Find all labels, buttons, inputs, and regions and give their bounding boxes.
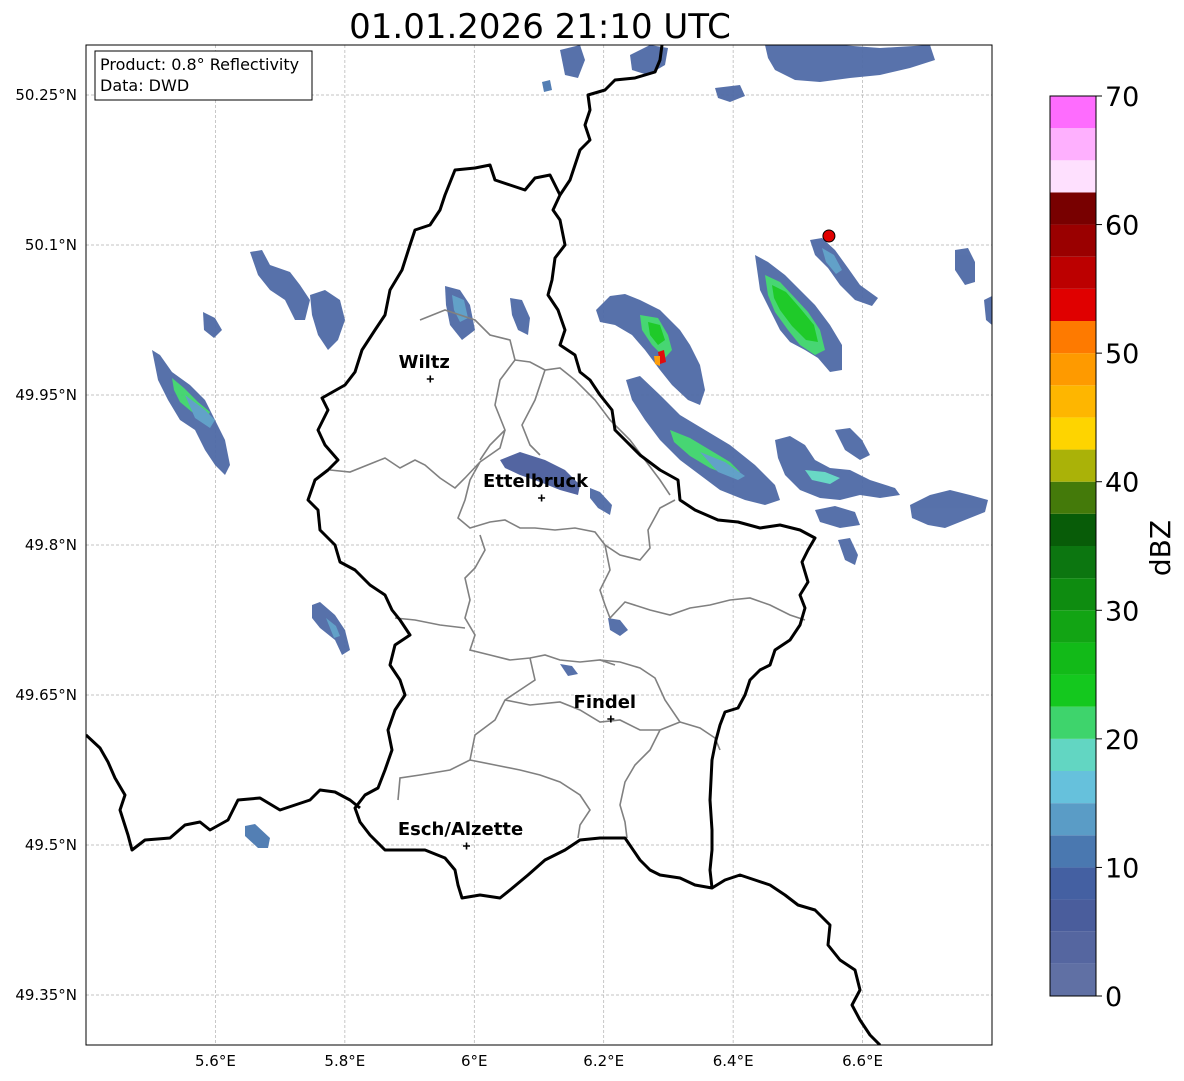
colorbar-segment [1050, 160, 1096, 193]
lat-tick-label: 49.5°N [25, 836, 77, 854]
colorbar-segment [1050, 899, 1096, 932]
colorbar-tick-label: 30 [1105, 596, 1139, 627]
echo-cell-farne [955, 248, 975, 285]
colorbar-segment [1050, 321, 1096, 354]
colorbar-segment [1050, 738, 1096, 771]
radar-figure: 01.01.2026 21:10 UTC WiltzEttelbruckFind… [15, 7, 1177, 1070]
echo-cell-east2 [815, 506, 860, 528]
colorbar-segment [1050, 578, 1096, 611]
colorbar-tick-label: 10 [1105, 853, 1139, 884]
colorbar-tick-label: 70 [1105, 82, 1139, 113]
echo-cell-wiltz2 [510, 298, 530, 335]
colorbar-segment [1050, 546, 1096, 579]
lux-border [306, 163, 817, 900]
echo-cell-top1 [560, 45, 585, 78]
echo-cell-edge [984, 296, 992, 325]
echo-cell-findel2 [560, 664, 578, 676]
lon-tick-label: 6°E [461, 1052, 488, 1070]
echo-cell-ettelbruck-e [590, 488, 612, 515]
canton-boundaries [329, 309, 806, 839]
lat-tick-label: 49.65°N [15, 686, 77, 704]
echo-cell-top4 [715, 85, 745, 102]
colorbar-segment [1050, 835, 1096, 868]
grid-lines [86, 45, 992, 1045]
colorbar-segment [1050, 674, 1096, 707]
lon-tick-label: 6.4°E [713, 1052, 754, 1070]
fr-border-west [86, 733, 361, 852]
colorbar-ticks: 0 10 20 30 40 50 60 70 [1096, 82, 1139, 1013]
city-label: Wiltz [399, 352, 450, 373]
echo-cell-top3 [765, 45, 935, 82]
colorbar-segment [1050, 481, 1096, 514]
echo-cell-west [152, 350, 230, 475]
colorbar-segment [1050, 385, 1096, 418]
colorbar-segment [1050, 867, 1096, 900]
info-product: Product: 0.8° Reflectivity [100, 55, 299, 74]
radar-echoes [152, 45, 992, 848]
longitude-ticks: 5.6°E 5.8°E 6°E 6.2°E 6.4°E 6.6°E [195, 1052, 883, 1070]
colorbar-label: dBZ [1144, 520, 1177, 576]
city-label: Findel [574, 692, 637, 713]
city-marker-icon [463, 842, 471, 850]
colorbar-segment [1050, 771, 1096, 804]
echo-cell-east1 [775, 436, 900, 500]
colorbar-segment [1050, 417, 1096, 450]
echo-cell-east3 [835, 428, 870, 460]
colorbar-segment [1050, 256, 1096, 289]
map-title: 01.01.2026 21:10 UTC [349, 7, 731, 47]
city-marker-icon [426, 375, 434, 383]
info-box: Product: 0.8° Reflectivity Data: DWD [94, 50, 313, 101]
lat-tick-label: 49.8°N [25, 536, 77, 554]
colorbar-segment [1050, 931, 1096, 964]
colorbar-tick-label: 20 [1105, 725, 1139, 756]
echo-cell-east4 [910, 490, 988, 528]
lat-tick-label: 50.25°N [15, 86, 77, 104]
echo-cell-nw2 [310, 290, 345, 350]
echo-cell-top5 [542, 80, 552, 92]
colorbar-segment [1050, 706, 1096, 739]
colorbar-tick-label: 40 [1105, 468, 1139, 499]
colorbar-segment [1050, 96, 1096, 129]
colorbar-segment [1050, 224, 1096, 257]
colorbar-segment [1050, 963, 1096, 996]
colorbar-segment [1050, 192, 1096, 225]
city-layer: Wiltz Ettelbruck Findel Esch/Alzette [398, 352, 636, 850]
colorbar-segment [1050, 642, 1096, 675]
echo-cell-nw [250, 250, 310, 320]
city-label: Ettelbruck [483, 471, 589, 492]
echo-cell-ne1-orange [654, 356, 660, 366]
colorbar-segment [1050, 610, 1096, 643]
radar-site-marker [822, 229, 836, 243]
colorbar-segment [1050, 128, 1096, 161]
lat-tick-label: 49.35°N [15, 986, 77, 1004]
colorbar [1049, 95, 1097, 997]
lon-tick-label: 6.6°E [842, 1052, 883, 1070]
info-data: Data: DWD [100, 76, 189, 95]
lon-tick-label: 6.2°E [583, 1052, 624, 1070]
lon-tick-label: 5.6°E [195, 1052, 236, 1070]
colorbar-tick-label: 0 [1105, 982, 1122, 1013]
lon-tick-label: 5.8°E [324, 1052, 365, 1070]
echo-cell-sw2 [245, 824, 270, 848]
colorbar-segment [1050, 513, 1096, 546]
colorbar-segment [1050, 288, 1096, 321]
colorbar-segment [1050, 353, 1096, 386]
lat-tick-label: 49.95°N [15, 386, 77, 404]
colorbar-segment [1050, 803, 1096, 836]
latitude-ticks: 50.25°N 50.1°N 49.95°N 49.8°N 49.65°N 49.5°N 4… [15, 86, 77, 1004]
city-label: Esch/Alzette [398, 819, 523, 840]
lat-tick-label: 50.1°N [25, 236, 77, 254]
de-border-south [711, 873, 882, 1045]
colorbar-segment [1050, 449, 1096, 482]
city-marker-icon [538, 494, 546, 502]
colorbar-tick-label: 60 [1105, 211, 1139, 242]
echo-cell-findel [608, 618, 628, 636]
echo-cell-marker [810, 238, 878, 306]
colorbar-tick-label: 50 [1105, 339, 1139, 370]
echo-cell-small1 [203, 312, 222, 338]
echo-cell-east5 [838, 538, 858, 565]
